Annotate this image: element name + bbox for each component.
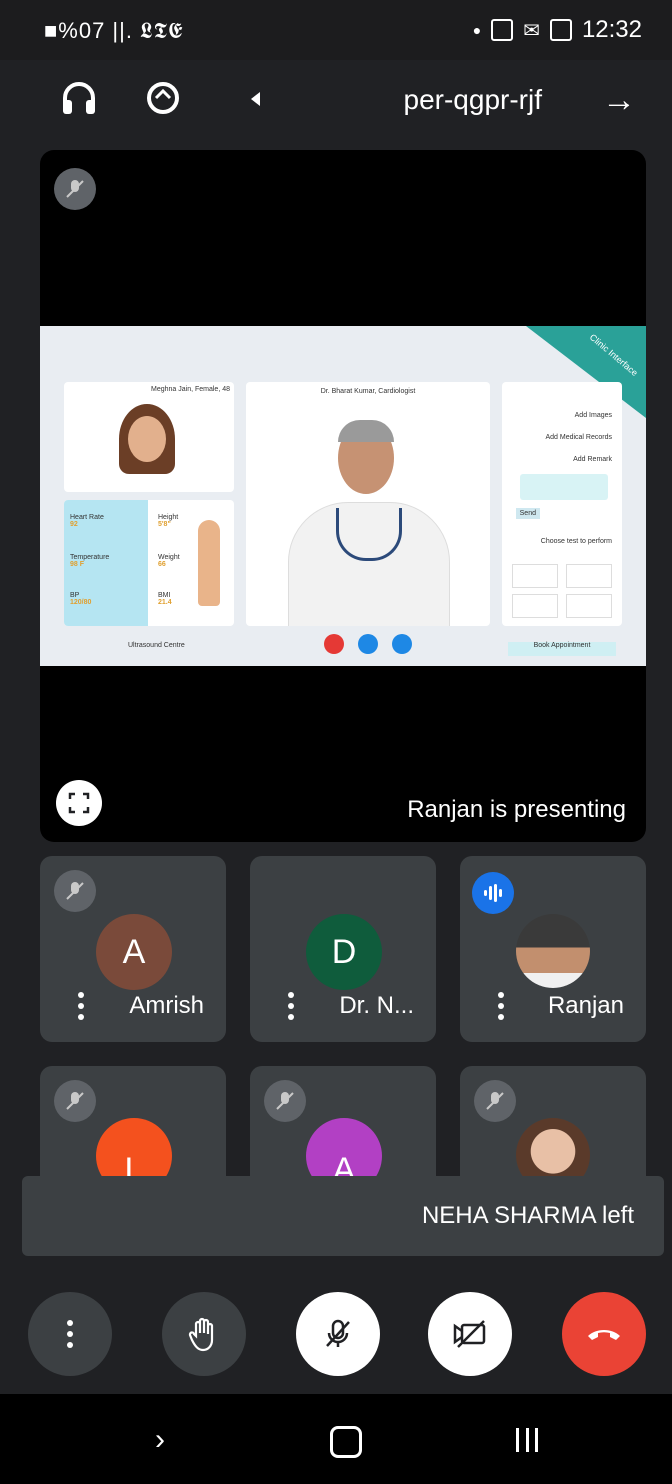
doctor-hair — [338, 420, 394, 442]
recents-nav-icon[interactable] — [516, 1428, 538, 1452]
fullscreen-button[interactable] — [56, 780, 102, 826]
avatar-dr-n: D — [306, 914, 382, 990]
side-test-box-1 — [512, 564, 558, 588]
presentation-mic-off-icon — [54, 168, 96, 210]
presentation-stage[interactable]: Clinic Interface Meghna Jain, Female, 48… — [40, 150, 646, 842]
vital-bp: BP 120/80 — [70, 592, 92, 606]
avatar-photo-participant — [516, 1118, 590, 1176]
meeting-title-caret-icon[interactable] — [251, 92, 260, 106]
presenting-label: Ranjan is presenting — [407, 796, 626, 823]
slide-ultrasound-centre: Ultrasound Centre — [128, 642, 185, 649]
participant-tile-a[interactable]: A — [250, 1066, 436, 1176]
more-options-button[interactable] — [28, 1292, 112, 1376]
side-item-add-remark: Add Remark — [573, 456, 612, 463]
slide-end-call-icon — [324, 634, 344, 654]
camera-off-icon — [453, 1320, 486, 1348]
participant-tile-photo[interactable] — [460, 1066, 646, 1176]
slide-side-panel: Add Images Add Medical Records Add Remar… — [502, 382, 622, 626]
side-test-box-3 — [512, 594, 558, 618]
mail-icon: ✉ — [523, 19, 540, 42]
mic-off-icon — [326, 1319, 350, 1347]
patient-face — [128, 416, 166, 462]
notification-toast: NEHA SHARMA left — [22, 1176, 664, 1256]
status-right: ● ✉ 12:32 — [473, 16, 642, 44]
mic-off-icon — [264, 1080, 306, 1122]
vital-height: Height 5'8" — [158, 514, 179, 528]
participant-tile-dr-n[interactable]: D Dr. N... — [250, 856, 436, 1042]
gallery-icon — [549, 19, 572, 41]
vital-heart-rate: Heart Rate 92 — [70, 514, 104, 528]
slide-video-icon — [392, 634, 412, 654]
headphones-icon[interactable] — [56, 78, 102, 118]
doctor-label: Dr. Bharat Kumar, Cardiologist — [320, 388, 416, 395]
participant-menu-icon[interactable] — [78, 992, 84, 1020]
side-test-box-4 — [566, 594, 612, 618]
vital-bmi: BMI 21.4 — [158, 592, 172, 606]
doctor-video-card: Dr. Bharat Kumar, Cardiologist — [246, 382, 490, 626]
participant-menu-icon[interactable] — [288, 992, 294, 1020]
speaking-indicator-icon — [472, 872, 514, 914]
toast-text: NEHA SHARMA left — [421, 1202, 634, 1229]
vitals-card: Heart Rate 92 Temperature 98 F BP 120/80 He… — [64, 500, 234, 626]
participant-name: Ranjan — [547, 992, 624, 1019]
vital-weight: Weight 66 — [158, 554, 180, 568]
side-item-add-records: Add Medical Records — [545, 434, 612, 441]
home-nav-icon[interactable] — [330, 1426, 362, 1458]
raise-hand-button[interactable] — [162, 1292, 246, 1376]
hand-icon — [188, 1317, 214, 1352]
dot-icon: ● — [472, 22, 482, 38]
status-bar: ■%07 ||. 𝕷𝕿𝕰 ● ✉ 12:32 — [0, 0, 672, 60]
avatar-l: L — [96, 1118, 172, 1176]
slide-mic-icon — [358, 634, 378, 654]
meeting-code[interactable]: per-qgpr-rjf — [404, 84, 542, 116]
stethoscope-icon — [336, 508, 402, 561]
clock-time: 12:32 — [581, 16, 642, 43]
participant-menu-icon[interactable] — [498, 992, 504, 1020]
mic-off-icon — [54, 870, 96, 912]
avatar-amrish: A — [96, 914, 172, 990]
participant-name: Amrish — [129, 992, 204, 1019]
camera-toggle-button[interactable] — [428, 1292, 512, 1376]
side-remark-box — [520, 474, 608, 500]
side-test-box-2 — [566, 564, 612, 588]
end-call-icon — [588, 1330, 620, 1340]
shared-slide: Clinic Interface Meghna Jain, Female, 48… — [40, 326, 646, 666]
side-choose-test: Choose test to perform — [540, 538, 612, 545]
back-nav-icon[interactable]: › — [140, 1420, 180, 1460]
patient-label: Meghna Jain, Female, 48 — [151, 386, 230, 393]
patient-video-card: Meghna Jain, Female, 48 — [64, 382, 234, 492]
notification-icon — [491, 19, 514, 41]
vital-temperature: Temperature 98 F — [70, 554, 110, 568]
side-item-add-images: Add Images — [574, 412, 612, 419]
end-call-button[interactable] — [562, 1292, 646, 1376]
mic-off-icon — [474, 1080, 516, 1122]
side-send-button: Send — [515, 508, 540, 519]
switch-camera-icon[interactable] — [140, 76, 186, 120]
avatar-a: A — [306, 1118, 382, 1176]
participant-tile-ranjan[interactable]: Ranjan — [460, 856, 646, 1042]
back-arrow-icon[interactable]: → — [598, 80, 640, 120]
body-figure-icon — [198, 520, 220, 606]
participant-name: Dr. N... — [339, 992, 414, 1019]
more-options-icon — [67, 1320, 73, 1348]
mic-off-icon — [54, 1080, 96, 1122]
system-nav-bar: › — [0, 1394, 672, 1484]
mic-toggle-button[interactable] — [296, 1292, 380, 1376]
participant-tile-amrish[interactable]: A Amrish — [40, 856, 226, 1042]
avatar-photo-ranjan — [516, 914, 590, 988]
participant-tile-l[interactable]: L — [40, 1066, 226, 1176]
status-left-indicators: ■%07 ||. 𝕷𝕿𝕰 — [44, 18, 184, 43]
slide-book-appointment: Book Appointment — [508, 642, 616, 656]
